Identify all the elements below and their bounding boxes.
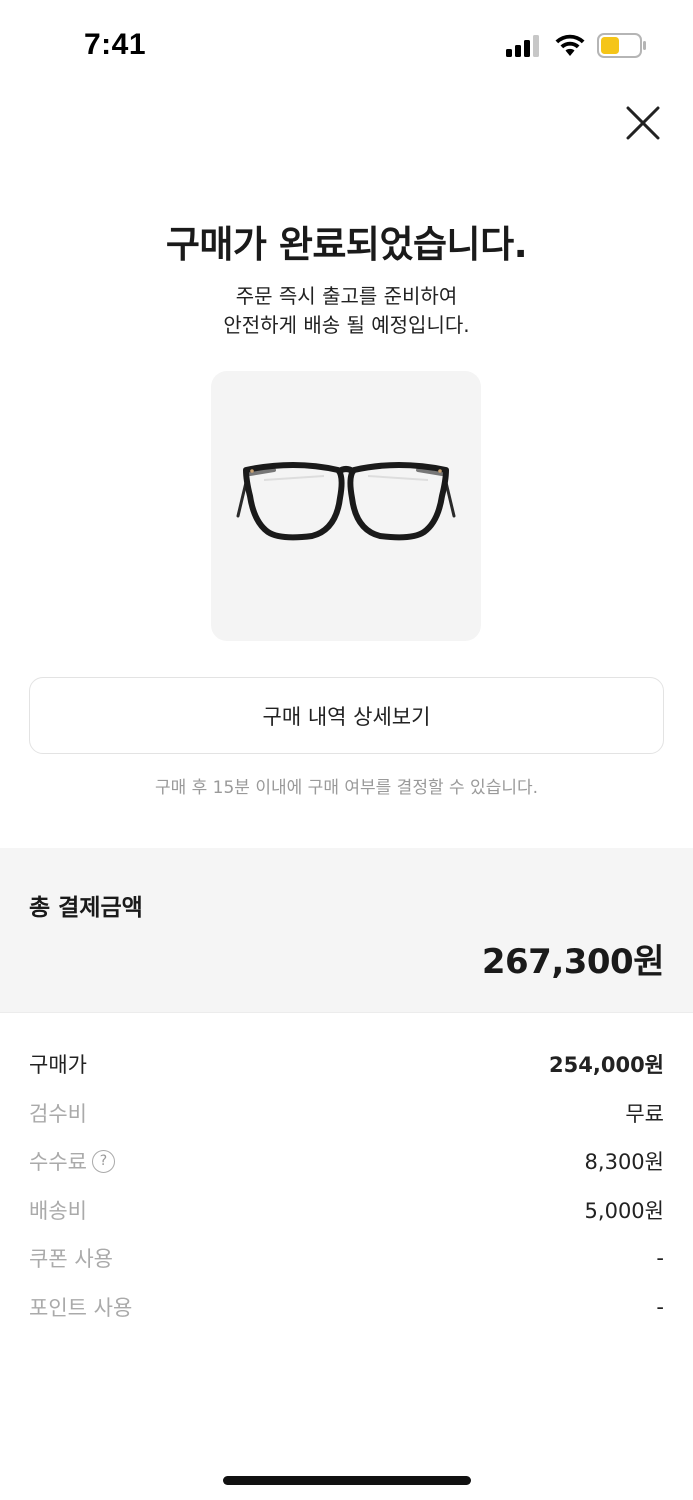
row-label: 배송비 bbox=[29, 1198, 87, 1223]
status-time: 7:41 bbox=[84, 28, 147, 61]
row-value: 무료 bbox=[625, 1101, 664, 1126]
breakdown-row-shipping: 배송비 5,000원 bbox=[29, 1186, 664, 1235]
battery-icon bbox=[597, 33, 646, 58]
row-value: 254,000원 bbox=[549, 1053, 664, 1078]
row-value: 5,000원 bbox=[584, 1198, 664, 1223]
total-payment-value: 267,300원 bbox=[481, 942, 665, 982]
breakdown-row-inspection-fee: 검수비 무료 bbox=[29, 1089, 664, 1138]
help-icon[interactable]: ? bbox=[91, 1149, 115, 1173]
close-icon[interactable] bbox=[622, 102, 664, 144]
cellular-signal-icon bbox=[506, 35, 539, 57]
total-payment-label: 총 결제금액 bbox=[29, 895, 143, 921]
row-value: - bbox=[656, 1246, 664, 1271]
purchase-detail-button[interactable]: 구매 내역 상세보기 bbox=[29, 677, 664, 754]
breakdown-row-points: 포인트 사용 - bbox=[29, 1283, 664, 1332]
subtitle-line-2: 안전하게 배송 될 예정입니다. bbox=[223, 313, 470, 337]
completion-subtitle: 주문 즉시 출고를 준비하여 안전하게 배송 될 예정입니다. bbox=[0, 282, 693, 340]
status-bar: 7:41 bbox=[0, 0, 693, 90]
row-label: 포인트 사용 bbox=[29, 1295, 133, 1320]
total-payment-section: 총 결제금액 267,300원 bbox=[0, 848, 693, 1013]
decision-notice: 구매 후 15분 이내에 구매 여부를 결정할 수 있습니다. bbox=[154, 778, 539, 798]
completion-title: 구매가 완료되었습니다. bbox=[165, 223, 528, 266]
row-label: 수수료 bbox=[29, 1150, 87, 1175]
product-image-card bbox=[211, 371, 481, 641]
subtitle-line-1: 주문 즉시 출고를 준비하여 bbox=[235, 284, 458, 308]
payment-breakdown: 구매가 254,000원 검수비 무료 수수료 ? 8,300원 배송비 5,0… bbox=[29, 1040, 664, 1331]
row-label: 쿠폰 사용 bbox=[29, 1247, 113, 1272]
wifi-icon bbox=[555, 34, 585, 56]
home-indicator[interactable] bbox=[223, 1476, 471, 1485]
row-value: - bbox=[656, 1294, 664, 1319]
row-value: 8,300원 bbox=[584, 1150, 664, 1175]
breakdown-row-purchase-price: 구매가 254,000원 bbox=[29, 1040, 664, 1089]
eyeglasses-image bbox=[236, 462, 456, 541]
breakdown-row-commission: 수수료 ? 8,300원 bbox=[29, 1137, 664, 1186]
breakdown-row-coupon: 쿠폰 사용 - bbox=[29, 1234, 664, 1283]
row-label: 검수비 bbox=[29, 1101, 87, 1126]
row-label: 구매가 bbox=[29, 1053, 87, 1078]
row-label-wrap: 수수료 ? bbox=[29, 1146, 115, 1176]
